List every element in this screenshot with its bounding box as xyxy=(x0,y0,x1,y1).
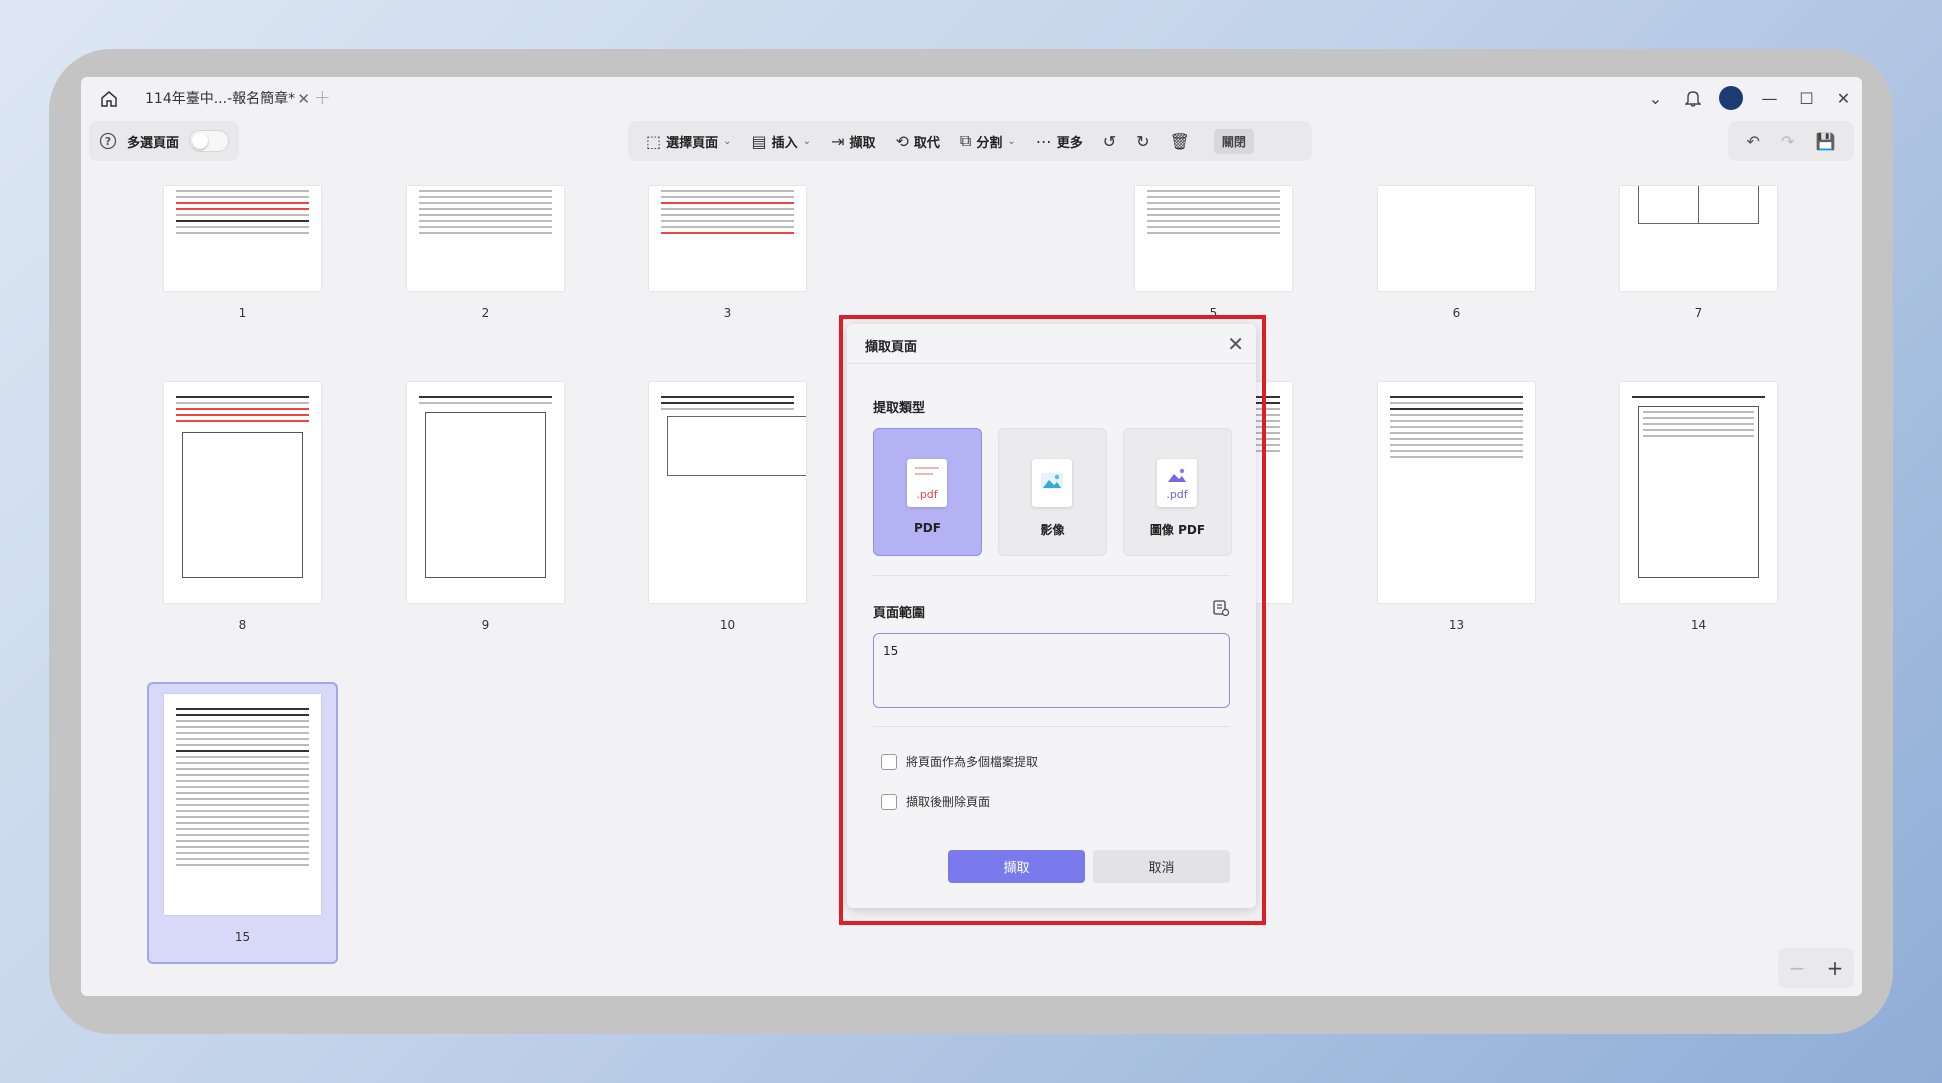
image-file-icon xyxy=(1032,459,1072,507)
type-option-image[interactable]: 影像 xyxy=(998,428,1107,556)
page-thumbnail[interactable] xyxy=(1620,382,1777,603)
type-option-image-pdf[interactable]: .pdf 圖像 PDF xyxy=(1123,428,1232,556)
dialog-title: 擷取頁面 xyxy=(865,340,918,355)
page-thumbnail-selected[interactable] xyxy=(164,694,321,915)
page-range-label: 頁面範圍 xyxy=(873,606,926,621)
zoom-control: − + xyxy=(1778,948,1854,988)
page-number: 7 xyxy=(1694,306,1703,320)
page-number: 9 xyxy=(481,618,490,632)
page-number: 13 xyxy=(1448,618,1465,632)
page-thumbnail[interactable] xyxy=(1378,186,1535,291)
page-thumbnail[interactable] xyxy=(1378,382,1535,603)
delete-after-checkbox[interactable] xyxy=(881,793,897,810)
cancel-button[interactable]: 取消 xyxy=(1093,850,1230,883)
type-option-pdf[interactable]: .pdf PDF xyxy=(873,428,982,556)
type-option-label: 圖像 PDF xyxy=(1149,523,1206,537)
divider xyxy=(847,363,1256,364)
page-number: 6 xyxy=(1452,306,1461,320)
page-range-input[interactable]: 15 xyxy=(873,633,1230,708)
image-pdf-file-icon: .pdf xyxy=(1157,459,1197,507)
pdf-icon-text: .pdf xyxy=(916,488,938,501)
delete-after-option[interactable]: 擷取後刪除頁面 xyxy=(881,793,990,810)
page-range-picker-icon[interactable] xyxy=(1212,599,1230,621)
image-pdf-icon-text: .pdf xyxy=(1166,488,1188,501)
extract-pages-dialog: 擷取頁面 ✕ 提取類型 .pdf PDF 影像 .pdf 圖像 PDF 頁面範圍… xyxy=(847,324,1256,908)
page-number: 3 xyxy=(723,306,732,320)
app-window: 114年臺中...-報名簡章* ✕ + ⌄ — ☐ ✕ ? 多選頁面 ⬚ 選擇頁… xyxy=(81,77,1862,996)
multi-file-checkbox[interactable] xyxy=(881,753,897,770)
page-number: 14 xyxy=(1690,618,1707,632)
page-thumbnail[interactable] xyxy=(649,382,806,603)
divider xyxy=(873,575,1230,576)
page-thumbnail[interactable] xyxy=(1620,186,1777,291)
page-thumbnail[interactable] xyxy=(407,186,564,291)
page-thumbnail[interactable] xyxy=(164,382,321,603)
zoom-in-icon[interactable]: + xyxy=(1827,956,1844,980)
type-option-label: 影像 xyxy=(1040,523,1065,537)
divider xyxy=(873,726,1230,727)
page-number: 15 xyxy=(234,930,251,944)
multi-file-label: 將頁面作為多個檔案提取 xyxy=(906,755,1039,769)
close-icon[interactable]: ✕ xyxy=(1227,332,1244,356)
page-thumbnail[interactable] xyxy=(164,186,321,291)
multi-file-option[interactable]: 將頁面作為多個檔案提取 xyxy=(881,753,1038,770)
page-number: 2 xyxy=(481,306,490,320)
extract-confirm-button[interactable]: 擷取 xyxy=(948,850,1085,883)
delete-after-label: 擷取後刪除頁面 xyxy=(906,795,991,809)
zoom-out-icon[interactable]: − xyxy=(1789,956,1806,980)
type-option-label: PDF xyxy=(914,521,941,535)
page-thumbnail[interactable] xyxy=(1135,186,1292,291)
page-thumbnail[interactable] xyxy=(649,186,806,291)
page-number: 8 xyxy=(238,618,247,632)
extract-type-label: 提取類型 xyxy=(873,401,926,416)
page-number: 10 xyxy=(719,618,736,632)
pdf-file-icon: .pdf xyxy=(907,459,947,507)
page-number: 1 xyxy=(238,306,247,320)
page-thumbnail[interactable] xyxy=(407,382,564,603)
